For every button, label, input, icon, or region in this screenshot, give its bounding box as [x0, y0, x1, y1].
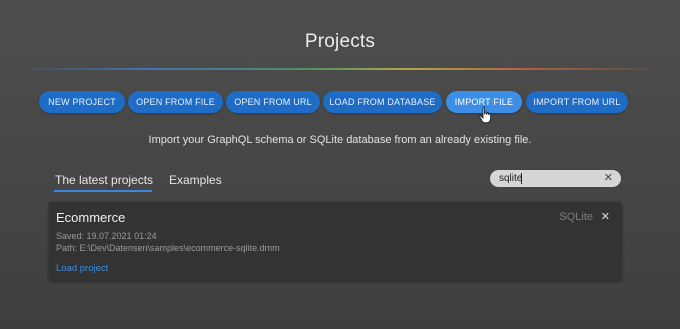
import-from-url-button[interactable]: IMPORT FROM URL — [526, 91, 628, 113]
load-project-link[interactable]: Load project — [56, 263, 108, 274]
new-project-button[interactable]: NEW PROJECT — [39, 91, 125, 113]
hand-cursor-icon — [479, 106, 491, 124]
project-type-label: SQLite — [559, 211, 593, 223]
project-saved-date: Saved: 19.07.2021 01:24 — [56, 231, 157, 241]
project-path: Path: E:\Dev\Datensen\samples\ecommerce-… — [56, 243, 280, 253]
toolbar: NEW PROJECT OPEN FROM FILE OPEN FROM URL… — [39, 91, 641, 113]
load-from-database-button[interactable]: LOAD FROM DATABASE — [323, 91, 442, 113]
title-divider — [15, 68, 665, 70]
project-name: Ecommerce — [56, 210, 126, 225]
page-title: Projects — [304, 31, 376, 52]
import-description: Import your GraphQL schema or SQLite dat… — [148, 134, 532, 146]
close-icon[interactable]: ✕ — [601, 210, 610, 223]
tab-active-indicator — [54, 190, 152, 192]
open-from-url-button[interactable]: OPEN FROM URL — [226, 91, 320, 113]
close-icon[interactable]: ✕ — [604, 171, 613, 184]
search-box: ✕ — [490, 170, 621, 187]
text-caret — [521, 173, 522, 184]
search-input[interactable] — [499, 171, 599, 186]
tab-examples[interactable]: Examples — [169, 173, 222, 187]
open-from-file-button[interactable]: OPEN FROM FILE — [128, 91, 223, 113]
project-card: Ecommerce SQLite ✕ Saved: 19.07.2021 01:… — [49, 202, 622, 281]
tab-latest-projects[interactable]: The latest projects — [55, 173, 153, 187]
